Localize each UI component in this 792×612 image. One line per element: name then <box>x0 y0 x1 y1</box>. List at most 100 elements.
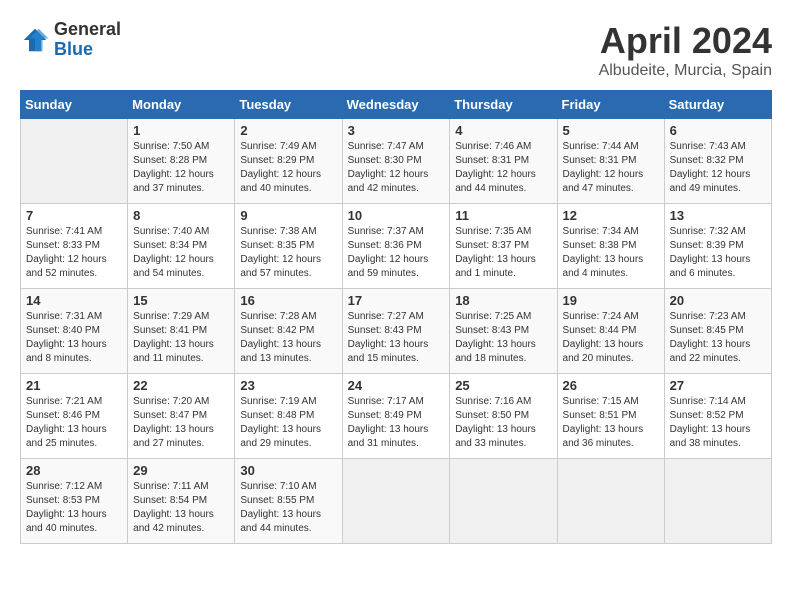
day-info: Sunrise: 7:32 AM Sunset: 8:39 PM Dayligh… <box>670 225 766 281</box>
calendar-cell: 11Sunrise: 7:35 AM Sunset: 8:37 PM Dayli… <box>450 204 557 289</box>
day-info: Sunrise: 7:50 AM Sunset: 8:28 PM Dayligh… <box>133 140 229 196</box>
day-info: Sunrise: 7:44 AM Sunset: 8:31 PM Dayligh… <box>563 140 659 196</box>
calendar-cell: 14 Sunrise: 7:31 AM Sunset: 8:40 PM Dayli… <box>21 289 128 374</box>
weekday-header: Wednesday <box>342 91 450 119</box>
calendar-cell: 16 Sunrise: 7:28 AM Sunset: 8:42 PM Dayli… <box>235 289 342 374</box>
day-number: 9 <box>240 208 336 223</box>
day-info: Sunrise: 7:17 AM Sunset: 8:49 PM Dayligh… <box>348 395 445 451</box>
weekday-header-row: SundayMondayTuesdayWednesdayThursdayFrid… <box>21 91 772 119</box>
day-number: 5 <box>563 123 659 138</box>
calendar-cell: 19 Sunrise: 7:24 AM Sunset: 8:44 PM Dayli… <box>557 289 664 374</box>
day-number: 13 <box>670 208 766 223</box>
calendar-week-row: 1 Sunrise: 7:50 AM Sunset: 8:28 PM Daylig… <box>21 119 772 204</box>
day-info: Sunrise: 7:19 AM Sunset: 8:48 PM Dayligh… <box>240 395 336 451</box>
calendar-cell: 10 Sunrise: 7:37 AM Sunset: 8:36 PM Dayli… <box>342 204 450 289</box>
day-info: Sunrise: 7:43 AM Sunset: 8:32 PM Dayligh… <box>670 140 766 196</box>
day-number: 1 <box>133 123 229 138</box>
calendar-cell: 20 Sunrise: 7:23 AM Sunset: 8:45 PM Dayli… <box>664 289 771 374</box>
day-number: 16 <box>240 293 336 308</box>
day-number: 17 <box>348 293 445 308</box>
day-info: Sunrise: 7:38 AM Sunset: 8:35 PM Dayligh… <box>240 225 336 281</box>
logo-text: General Blue <box>54 20 121 60</box>
day-info: Sunrise: 7:41 AM Sunset: 8:33 PM Dayligh… <box>26 225 122 281</box>
day-info: Sunrise: 7:10 AM Sunset: 8:55 PM Dayligh… <box>240 480 336 536</box>
calendar-cell <box>21 119 128 204</box>
day-info: Sunrise: 7:47 AM Sunset: 8:30 PM Dayligh… <box>348 140 445 196</box>
day-number: 6 <box>670 123 766 138</box>
location: Albudeite, Murcia, Spain <box>599 62 772 80</box>
day-info: Sunrise: 7:28 AM Sunset: 8:42 PM Dayligh… <box>240 310 336 366</box>
calendar-cell <box>664 459 771 544</box>
day-number: 22 <box>133 378 229 393</box>
day-number: 24 <box>348 378 445 393</box>
weekday-header: Thursday <box>450 91 557 119</box>
day-number: 21 <box>26 378 122 393</box>
day-number: 14 <box>26 293 122 308</box>
calendar-cell: 13 Sunrise: 7:32 AM Sunset: 8:39 PM Dayli… <box>664 204 771 289</box>
title-block: April 2024 Albudeite, Murcia, Spain <box>599 20 772 80</box>
day-number: 26 <box>563 378 659 393</box>
calendar-cell: 1 Sunrise: 7:50 AM Sunset: 8:28 PM Daylig… <box>128 119 235 204</box>
day-info: Sunrise: 7:11 AM Sunset: 8:54 PM Dayligh… <box>133 480 229 536</box>
day-info: Sunrise: 7:46 AM Sunset: 8:31 PM Dayligh… <box>455 140 551 196</box>
day-number: 27 <box>670 378 766 393</box>
weekday-header: Monday <box>128 91 235 119</box>
logo-blue-text: Blue <box>54 40 121 60</box>
day-info: Sunrise: 7:29 AM Sunset: 8:41 PM Dayligh… <box>133 310 229 366</box>
day-info: Sunrise: 7:14 AM Sunset: 8:52 PM Dayligh… <box>670 395 766 451</box>
day-info: Sunrise: 7:34 AM Sunset: 8:38 PM Dayligh… <box>563 225 659 281</box>
calendar-cell: 6 Sunrise: 7:43 AM Sunset: 8:32 PM Daylig… <box>664 119 771 204</box>
calendar-cell <box>557 459 664 544</box>
day-number: 10 <box>348 208 445 223</box>
day-number: 3 <box>348 123 445 138</box>
calendar-cell: 29 Sunrise: 7:11 AM Sunset: 8:54 PM Dayli… <box>128 459 235 544</box>
day-number: 12 <box>563 208 659 223</box>
calendar-cell: 23 Sunrise: 7:19 AM Sunset: 8:48 PM Dayli… <box>235 374 342 459</box>
weekday-header: Tuesday <box>235 91 342 119</box>
day-info: Sunrise: 7:24 AM Sunset: 8:44 PM Dayligh… <box>563 310 659 366</box>
day-info: Sunrise: 7:49 AM Sunset: 8:29 PM Dayligh… <box>240 140 336 196</box>
day-info: Sunrise: 7:23 AM Sunset: 8:45 PM Dayligh… <box>670 310 766 366</box>
weekday-header: Saturday <box>664 91 771 119</box>
calendar-cell: 18Sunrise: 7:25 AM Sunset: 8:43 PM Dayli… <box>450 289 557 374</box>
calendar-cell: 8Sunrise: 7:40 AM Sunset: 8:34 PM Daylig… <box>128 204 235 289</box>
day-number: 29 <box>133 463 229 478</box>
calendar-cell: 9 Sunrise: 7:38 AM Sunset: 8:35 PM Daylig… <box>235 204 342 289</box>
calendar-cell: 21 Sunrise: 7:21 AM Sunset: 8:46 PM Dayli… <box>21 374 128 459</box>
calendar-cell: 27 Sunrise: 7:14 AM Sunset: 8:52 PM Dayli… <box>664 374 771 459</box>
calendar-cell: 3 Sunrise: 7:47 AM Sunset: 8:30 PM Daylig… <box>342 119 450 204</box>
day-info: Sunrise: 7:16 AM Sunset: 8:50 PM Dayligh… <box>455 395 551 451</box>
day-number: 7 <box>26 208 122 223</box>
weekday-header: Friday <box>557 91 664 119</box>
logo: General Blue <box>20 20 121 60</box>
logo-general-text: General <box>54 20 121 40</box>
logo-icon <box>20 25 50 55</box>
day-info: Sunrise: 7:20 AM Sunset: 8:47 PM Dayligh… <box>133 395 229 451</box>
calendar-cell: 24 Sunrise: 7:17 AM Sunset: 8:49 PM Dayli… <box>342 374 450 459</box>
calendar-week-row: 21 Sunrise: 7:21 AM Sunset: 8:46 PM Dayli… <box>21 374 772 459</box>
calendar-cell: 2 Sunrise: 7:49 AM Sunset: 8:29 PM Daylig… <box>235 119 342 204</box>
calendar-cell <box>342 459 450 544</box>
day-number: 30 <box>240 463 336 478</box>
month-title: April 2024 <box>599 20 772 62</box>
day-info: Sunrise: 7:27 AM Sunset: 8:43 PM Dayligh… <box>348 310 445 366</box>
day-number: 4 <box>455 123 551 138</box>
calendar-cell: 26 Sunrise: 7:15 AM Sunset: 8:51 PM Dayli… <box>557 374 664 459</box>
day-info: Sunrise: 7:40 AM Sunset: 8:34 PM Dayligh… <box>133 225 229 281</box>
day-info: Sunrise: 7:15 AM Sunset: 8:51 PM Dayligh… <box>563 395 659 451</box>
day-info: Sunrise: 7:31 AM Sunset: 8:40 PM Dayligh… <box>26 310 122 366</box>
day-number: 18 <box>455 293 551 308</box>
day-info: Sunrise: 7:21 AM Sunset: 8:46 PM Dayligh… <box>26 395 122 451</box>
calendar-cell: 17 Sunrise: 7:27 AM Sunset: 8:43 PM Dayli… <box>342 289 450 374</box>
day-number: 2 <box>240 123 336 138</box>
calendar-cell <box>450 459 557 544</box>
calendar-cell: 7 Sunrise: 7:41 AM Sunset: 8:33 PM Daylig… <box>21 204 128 289</box>
day-info: Sunrise: 7:37 AM Sunset: 8:36 PM Dayligh… <box>348 225 445 281</box>
day-number: 23 <box>240 378 336 393</box>
day-info: Sunrise: 7:12 AM Sunset: 8:53 PM Dayligh… <box>26 480 122 536</box>
day-number: 19 <box>563 293 659 308</box>
day-number: 20 <box>670 293 766 308</box>
calendar-cell: 25Sunrise: 7:16 AM Sunset: 8:50 PM Dayli… <box>450 374 557 459</box>
weekday-header: Sunday <box>21 91 128 119</box>
calendar-week-row: 28Sunrise: 7:12 AM Sunset: 8:53 PM Dayli… <box>21 459 772 544</box>
